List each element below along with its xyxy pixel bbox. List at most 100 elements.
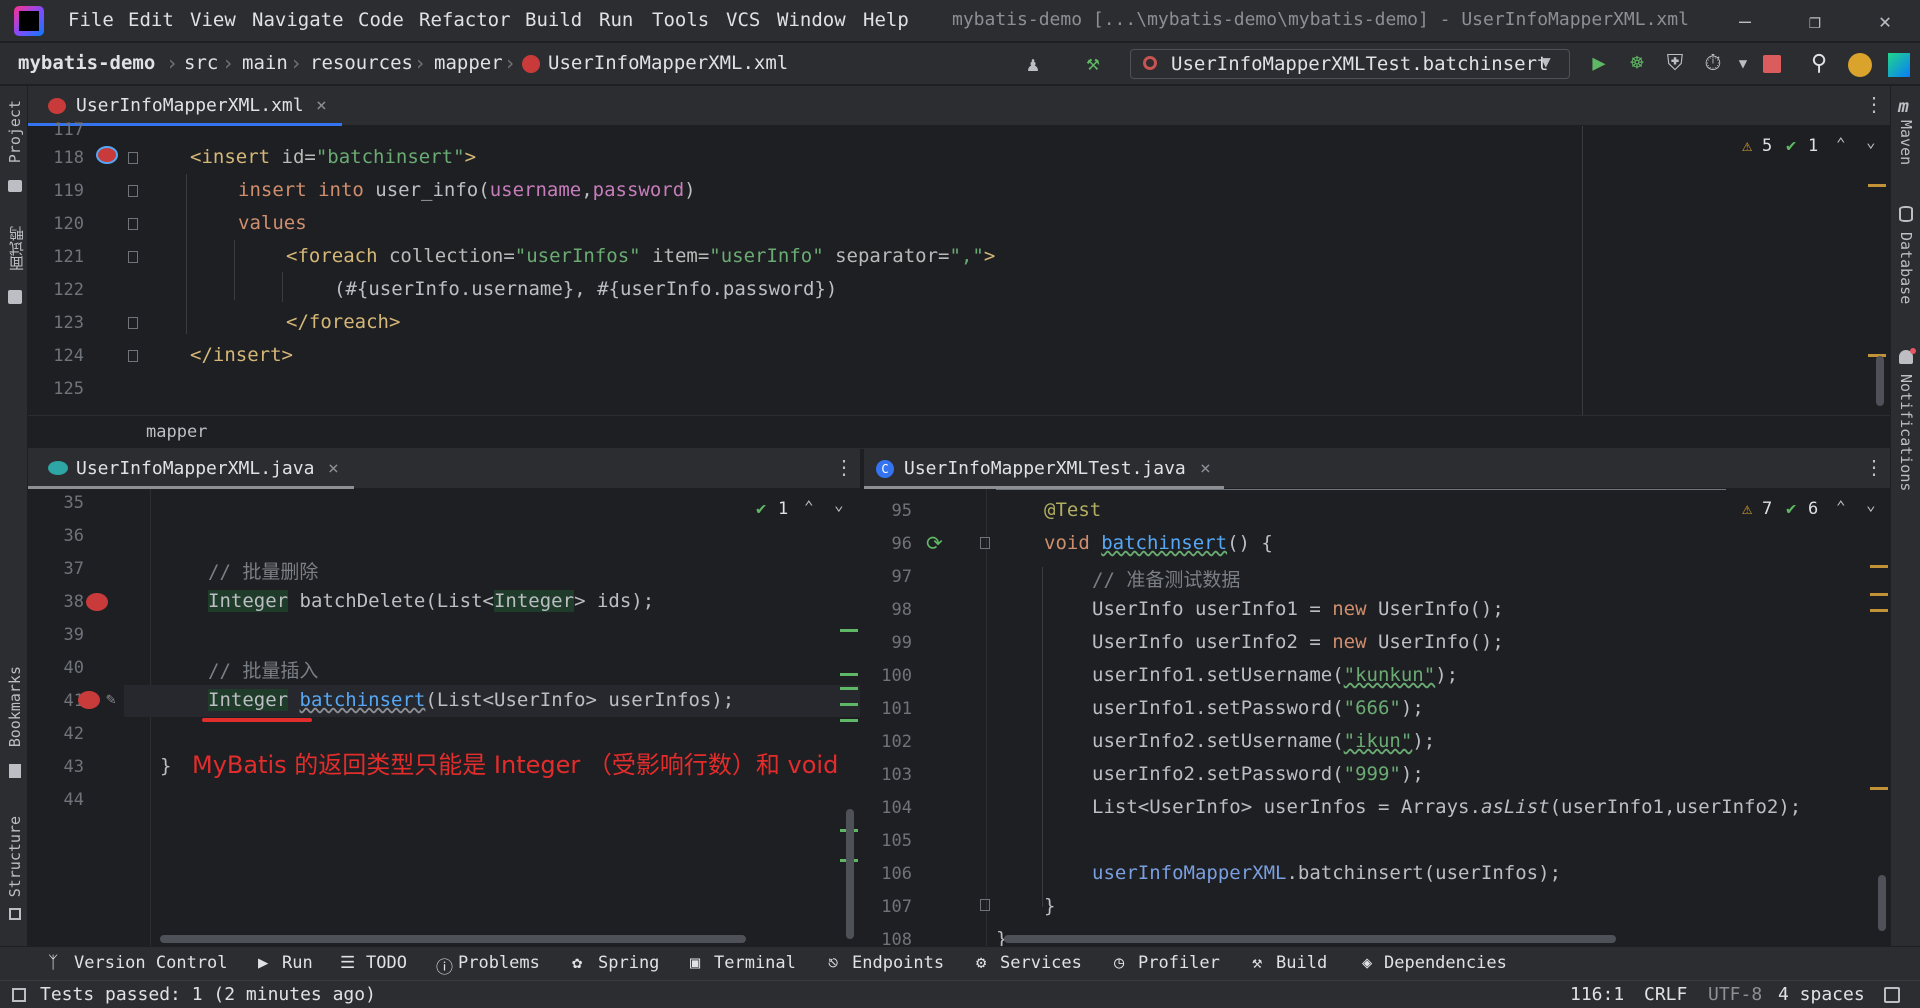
search-icon[interactable]: ⚲ [1806,51,1832,77]
more-options-icon[interactable]: ⋮ [1864,92,1884,116]
menu-file[interactable]: File [68,9,114,33]
check-icon[interactable]: ✔ [1786,136,1796,156]
toggle-panels-icon[interactable] [12,988,26,1002]
minimize-icon[interactable]: — [1720,4,1770,38]
file-encoding[interactable]: UTF-8 [1708,984,1762,1005]
mybatis-navigate-icon[interactable] [96,146,118,164]
breadcrumb-file[interactable]: UserInfoMapperXML.xml [548,52,788,74]
change-marker[interactable] [840,719,858,722]
run-configuration-select[interactable]: UserInfoMapperXMLTest.batchinsert ▼ [1130,49,1570,79]
breadcrumb-src[interactable]: src [184,52,218,74]
fold-icon[interactable] [128,218,138,230]
tool-problems[interactable]: Problems [458,953,540,973]
interview-tool-button[interactable]: 面试鸭 [6,226,27,271]
left-editor[interactable]: 35 36 37 38 39 40 41 42 43 44 ✎ // 批量删除 … [28,489,860,946]
chevron-down-icon[interactable]: ▼ [1730,51,1756,77]
fold-icon[interactable] [128,350,138,362]
tool-build[interactable]: Build [1276,953,1327,973]
warning-marker[interactable] [1870,565,1888,568]
warning-marker[interactable] [1870,609,1888,612]
menu-view[interactable]: View [190,9,236,33]
cursor-position[interactable]: 116:1 [1570,984,1624,1005]
xml-breadcrumb-mapper[interactable]: mapper [146,422,207,442]
tool-run[interactable]: Run [282,953,313,973]
change-marker[interactable] [840,687,858,690]
warning-marker[interactable] [1870,593,1888,596]
close-tab-icon[interactable]: × [1200,458,1211,479]
profile-icon[interactable]: ⏱ [1700,51,1726,77]
tool-todo[interactable]: TODO [366,953,407,973]
lock-icon[interactable] [1884,987,1900,1003]
database-tool-button[interactable]: Database [1897,232,1915,304]
intellij-logo-icon[interactable]: IJ [14,6,44,36]
tool-version-control[interactable]: Version Control [74,953,228,973]
tab-userinfomapperxmltest-java[interactable]: C UserInfoMapperXMLTest.java × [864,449,1224,489]
fold-icon[interactable] [980,899,990,911]
build-hammer-icon[interactable]: ⚒ [1080,51,1106,77]
tab-userinfomapperxml-java[interactable]: UserInfoMapperXML.java × [28,449,354,489]
notifications-tool-button[interactable]: Notifications [1897,374,1915,491]
prev-highlight-icon[interactable]: ⌃ [1836,134,1846,153]
run-icon[interactable]: ▶ [1586,51,1612,77]
menu-build[interactable]: Build [525,9,582,33]
fold-icon[interactable] [128,317,138,329]
edit-icon[interactable]: ✎ [106,689,116,708]
menu-help[interactable]: Help [863,9,909,33]
next-highlight-icon[interactable]: ⌄ [1866,495,1876,514]
indent-setting[interactable]: 4 spaces [1778,984,1865,1005]
restore-icon[interactable]: ❐ [1790,4,1840,38]
vertical-scrollbar[interactable] [1878,875,1886,931]
mybatis-navigate-icon[interactable] [78,691,100,709]
change-marker[interactable] [840,703,858,706]
menu-run[interactable]: Run [599,9,633,33]
user-icon[interactable]: ♟ [1020,51,1046,77]
jetbrains-ai-icon[interactable] [1888,53,1910,77]
fold-icon[interactable] [128,251,138,263]
more-options-icon[interactable]: ⋮ [834,455,854,479]
change-marker[interactable] [840,629,858,632]
menu-tools[interactable]: Tools [652,9,709,33]
debug-icon[interactable]: ☸ [1624,51,1650,77]
tool-services[interactable]: Services [1000,953,1082,973]
warning-icon[interactable]: ⚠ [1742,499,1752,519]
fold-icon[interactable] [980,537,990,549]
breadcrumb-resources[interactable]: resources [310,52,413,74]
top-editor[interactable]: 117 118 119 120 121 122 123 124 125 <ins… [28,120,1890,415]
tool-spring[interactable]: Spring [598,953,659,973]
close-tab-icon[interactable]: × [328,458,339,479]
line-separator[interactable]: CRLF [1644,984,1687,1005]
menu-edit[interactable]: Edit [128,9,174,33]
menu-navigate[interactable]: Navigate [252,9,344,33]
project-tool-button[interactable]: Project [6,100,24,163]
tool-dependencies[interactable]: Dependencies [1384,953,1507,973]
close-tab-icon[interactable]: × [316,95,327,116]
horizontal-scrollbar[interactable] [160,935,746,943]
next-highlight-icon[interactable]: ⌄ [1866,132,1876,151]
breadcrumb-main[interactable]: main [242,52,288,74]
tool-terminal[interactable]: Terminal [714,953,796,973]
tool-profiler[interactable]: Profiler [1138,953,1220,973]
check-icon[interactable]: ✔ [1786,499,1796,519]
change-marker[interactable] [840,673,858,676]
update-icon[interactable] [1848,53,1872,77]
warning-marker[interactable] [1870,787,1888,790]
horizontal-scrollbar[interactable] [1004,935,1616,943]
menu-refactor[interactable]: Refactor [419,9,511,33]
mybatis-navigate-icon[interactable] [86,593,108,611]
prev-highlight-icon[interactable]: ⌃ [1836,497,1846,516]
coverage-icon[interactable]: ⛨ [1662,51,1688,77]
breadcrumb-mapper[interactable]: mapper [434,52,503,74]
warning-marker[interactable] [1868,184,1886,187]
right-editor[interactable]: 95 96 97 98 99 100 101 102 103 104 105 1… [864,489,1890,950]
warning-icon[interactable]: ⚠ [1742,136,1752,156]
prev-highlight-icon[interactable]: ⌃ [804,497,814,516]
stop-icon[interactable] [1763,55,1781,73]
vertical-scrollbar[interactable] [846,809,854,939]
menu-vcs[interactable]: VCS [726,9,760,33]
run-test-icon[interactable]: ⟳ [926,531,943,555]
fold-icon[interactable] [128,185,138,197]
bookmarks-tool-button[interactable]: Bookmarks [6,666,24,747]
more-options-icon[interactable]: ⋮ [1864,455,1884,479]
menu-code[interactable]: Code [358,9,404,33]
check-icon[interactable]: ✔ [756,499,766,519]
